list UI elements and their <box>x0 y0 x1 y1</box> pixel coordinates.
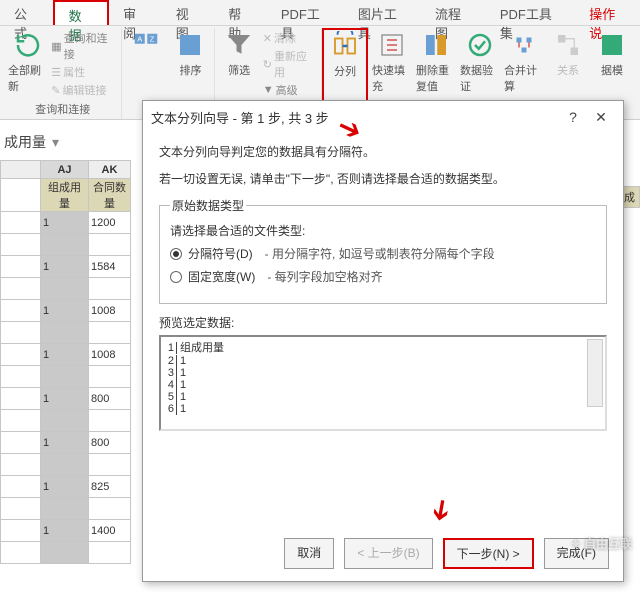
tab-pic[interactable]: 图片工具 <box>344 0 421 25</box>
filter-icon <box>224 30 254 60</box>
ribbon-tabs: 公式 数据 审阅 视图 帮助 PDF工具 图片工具 流程图 PDF工具集 操作说 <box>0 0 640 26</box>
tab-formula[interactable]: 公式 <box>0 0 53 25</box>
preview-scrollbar[interactable] <box>587 339 603 407</box>
table-row[interactable] <box>1 322 131 344</box>
dialog-close-button[interactable]: ✕ <box>587 109 615 126</box>
dialog-info-1: 文本分列向导判定您的数据具有分隔符。 <box>159 143 607 160</box>
table-row[interactable]: 11008 <box>1 300 131 322</box>
edit-links[interactable]: ✎ 编辑链接 <box>51 82 117 98</box>
relate-icon <box>553 30 583 60</box>
filter-advanced[interactable]: ▼ 高级 <box>263 82 317 98</box>
text-wizard-dialog: 文本分列向导 - 第 1 步, 共 3 步 ? ✕ 文本分列向导判定您的数据具有… <box>142 100 624 582</box>
dialog-title: 文本分列向导 - 第 1 步, 共 3 步 <box>151 108 329 127</box>
sort-icon <box>175 30 205 60</box>
table-row[interactable]: 11008 <box>1 344 131 366</box>
col-header-aj[interactable]: AJ <box>41 161 89 179</box>
queries-connections[interactable]: ▦ 查询和连接 <box>51 30 117 62</box>
finish-button[interactable]: 完成(F) <box>544 538 609 569</box>
relationships-button[interactable]: 关系 <box>548 30 588 78</box>
radio-off-icon <box>170 271 182 283</box>
svg-text:A: A <box>138 34 143 43</box>
dialog-info-2: 若一切设置无误, 请单击"下一步", 否则请选择最合适的数据类型。 <box>159 170 607 187</box>
table-row[interactable]: 11200 <box>1 212 131 234</box>
tab-tip[interactable]: 操作说 <box>575 0 640 25</box>
refresh-all-button[interactable]: 全部刷新 <box>8 30 47 94</box>
filter-button[interactable]: 筛选 <box>219 30 258 78</box>
back-button: < 上一步(B) <box>344 538 432 569</box>
data-validation-button[interactable]: 数据验证 <box>460 30 500 94</box>
flash-fill-icon <box>377 30 407 60</box>
table-row[interactable] <box>1 498 131 520</box>
table-row[interactable] <box>1 278 131 300</box>
data-model-button[interactable]: 据模 <box>592 30 632 78</box>
refresh-icon <box>13 30 43 60</box>
worksheet-grid[interactable]: AJ AK 组成用量 合同数量 11200 11584 11008 11008 1800… <box>0 160 131 564</box>
tab-pdf[interactable]: PDF工具 <box>267 0 344 25</box>
radio-delimited[interactable]: 分隔符号(D) - 用分隔字符, 如逗号或制表符分隔每个字段 <box>170 245 596 262</box>
filter-reapply[interactable]: ↻ 重新应用 <box>263 48 317 80</box>
tab-help[interactable]: 帮助 <box>214 0 267 25</box>
cancel-button[interactable]: 取消 <box>284 538 334 569</box>
flash-fill-button[interactable]: 快速填充 <box>372 30 412 94</box>
radio-fixed-width[interactable]: 固定宽度(W) - 每列字段加空格对齐 <box>170 268 596 285</box>
dedup-icon <box>421 30 451 60</box>
table-row[interactable] <box>1 454 131 476</box>
next-button[interactable]: 下一步(N) > <box>443 538 534 569</box>
table-row[interactable] <box>1 542 131 564</box>
properties[interactable]: ☰ 属性 <box>51 64 117 80</box>
header-cell-1[interactable]: 组成用量 <box>41 179 89 212</box>
table-row[interactable]: 11400 <box>1 520 131 542</box>
table-row[interactable]: 11584 <box>1 256 131 278</box>
sort-az-button[interactable]: AZ <box>126 30 166 60</box>
table-row[interactable] <box>1 410 131 432</box>
header-cell-2[interactable]: 合同数量 <box>89 179 131 212</box>
validation-icon <box>465 30 495 60</box>
table-row[interactable]: 1825 <box>1 476 131 498</box>
dialog-help-button[interactable]: ? <box>559 109 587 125</box>
consolidate-icon <box>509 30 539 60</box>
svg-text:Z: Z <box>150 34 155 43</box>
group-queries: 全部刷新 ▦ 查询和连接 ☰ 属性 ✎ 编辑链接 查询和连接 <box>4 28 122 119</box>
data-model-icon <box>597 30 627 60</box>
tab-flow[interactable]: 流程图 <box>421 0 486 25</box>
preview-label: 预览选定数据: <box>159 314 607 331</box>
table-row[interactable]: 1800 <box>1 432 131 454</box>
text-to-columns-button[interactable]: 分列 <box>325 31 365 79</box>
table-row[interactable] <box>1 234 131 256</box>
consolidate-button[interactable]: 合并计算 <box>504 30 544 94</box>
choose-label: 请选择最合适的文件类型: <box>170 222 596 239</box>
split-columns-icon <box>330 31 360 61</box>
tab-review[interactable]: 审阅 <box>109 0 162 25</box>
radio-on-icon <box>170 248 182 260</box>
tab-view[interactable]: 视图 <box>162 0 215 25</box>
table-row[interactable]: 1800 <box>1 388 131 410</box>
col-header-ak[interactable]: AK <box>89 161 131 179</box>
preview-box: 1 组成用量2 13 14 15 16 1 <box>159 335 607 431</box>
tab-data[interactable]: 数据 <box>53 0 110 25</box>
filter-clear[interactable]: ✕ 清除 <box>263 30 317 46</box>
sort-az-icon: AZ <box>131 30 161 60</box>
fieldset-legend: 原始数据类型 <box>170 197 246 214</box>
tab-pdfset[interactable]: PDF工具集 <box>486 0 575 25</box>
sort-button[interactable]: 排序 <box>170 30 210 78</box>
group-queries-label: 查询和连接 <box>35 101 90 117</box>
remove-duplicates-button[interactable]: 删除重复值 <box>416 30 456 94</box>
original-data-type-group: 原始数据类型 请选择最合适的文件类型: 分隔符号(D) - 用分隔字符, 如逗号… <box>159 197 607 304</box>
table-row[interactable] <box>1 366 131 388</box>
